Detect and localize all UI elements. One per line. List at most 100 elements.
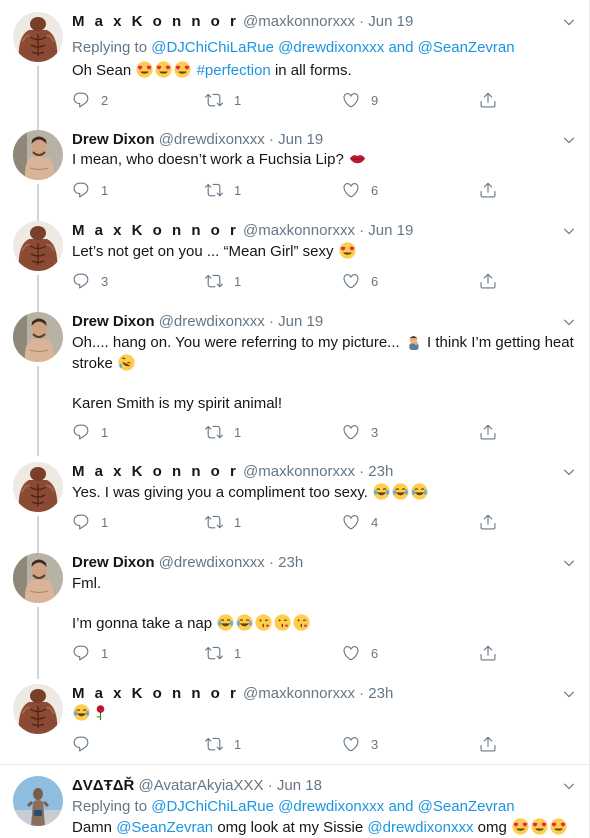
timestamp[interactable]: Jun 19: [368, 13, 413, 30]
mention-link[interactable]: @SeanZevran: [418, 39, 515, 56]
avatar[interactable]: [13, 221, 63, 271]
avatar[interactable]: [13, 312, 63, 362]
mention-link[interactable]: @drewdixonxxx: [278, 798, 384, 815]
chevron-down-icon[interactable]: [562, 15, 576, 29]
heart-eyes-emoji-icon: [550, 818, 567, 835]
chevron-down-icon[interactable]: [562, 556, 576, 570]
tweet-header: M a x K o n n o r @maxkonnorxxx · Jun 19: [72, 12, 413, 32]
reply-button[interactable]: 1: [72, 512, 108, 532]
chevron-down-icon[interactable]: [562, 687, 576, 701]
display-name[interactable]: ΔVΔŦΔŘ: [72, 777, 134, 794]
user-handle[interactable]: @maxkonnorxxx: [243, 13, 355, 30]
retweet-button[interactable]: 1: [205, 422, 241, 442]
user-handle[interactable]: @drewdixonxxx: [159, 313, 265, 330]
timestamp[interactable]: 23h: [368, 463, 393, 480]
share-button[interactable]: [479, 422, 508, 442]
retweet-icon: [205, 272, 223, 290]
avatar[interactable]: [13, 776, 63, 826]
mention-link[interactable]: @SeanZevran: [116, 819, 213, 836]
like-button[interactable]: 6: [342, 643, 378, 663]
user-handle[interactable]: @maxkonnorxxx: [243, 685, 355, 702]
heart-icon: [342, 91, 360, 109]
timestamp[interactable]: 23h: [368, 685, 393, 702]
reply-button[interactable]: 1: [72, 422, 108, 442]
text-segment: I’m gonna take a nap: [72, 615, 213, 632]
like-button[interactable]: 6: [342, 180, 378, 200]
kiss-emoji-icon: [293, 614, 310, 631]
like-button[interactable]: 3: [342, 422, 378, 442]
separator-dot: ·: [268, 554, 274, 571]
user-handle[interactable]: @maxkonnorxxx: [243, 463, 355, 480]
display-name[interactable]: M a x K o n n o r: [72, 463, 239, 480]
chevron-down-icon[interactable]: [562, 779, 576, 793]
heart-eyes-emoji-icon: [531, 818, 548, 835]
reply-button[interactable]: 2: [72, 90, 108, 110]
display-name[interactable]: Drew Dixon: [72, 554, 155, 571]
user-handle[interactable]: @AvatarAkyiaXXX: [139, 777, 264, 794]
avatar[interactable]: [13, 12, 63, 62]
tweet-text: Damn @SeanZevran omg look at my Sissie @…: [72, 818, 568, 838]
separator-dot: ·: [359, 463, 365, 480]
like-count: 9: [371, 92, 379, 108]
user-handle[interactable]: @maxkonnorxxx: [243, 222, 355, 239]
heart-eyes-emoji-icon: [155, 61, 172, 78]
display-name[interactable]: M a x K o n n o r: [72, 222, 239, 239]
chevron-down-icon[interactable]: [562, 315, 576, 329]
text-segment: Fml.: [72, 575, 102, 592]
and-label: and: [388, 39, 414, 56]
retweet-button[interactable]: 1: [205, 512, 241, 532]
mention-link[interactable]: @drewdixonxxx: [278, 39, 384, 56]
mention-link[interactable]: @DJChiChiLaRue: [151, 798, 274, 815]
retweet-button[interactable]: 1: [205, 90, 241, 110]
display-name[interactable]: M a x K o n n o r: [72, 685, 239, 702]
display-name[interactable]: Drew Dixon: [72, 313, 155, 330]
share-button[interactable]: [479, 734, 508, 754]
share-button[interactable]: [479, 643, 508, 663]
retweet-icon: [205, 181, 223, 199]
text-segment: omg: [477, 819, 507, 836]
share-button[interactable]: [479, 180, 508, 200]
user-handle[interactable]: @drewdixonxxx: [159, 131, 265, 148]
avatar[interactable]: [13, 553, 63, 603]
like-button[interactable]: 9: [342, 90, 378, 110]
retweet-button[interactable]: 1: [205, 180, 241, 200]
share-button[interactable]: [479, 512, 508, 532]
like-button[interactable]: 3: [342, 734, 378, 754]
retweet-button[interactable]: 1: [205, 643, 241, 663]
like-button[interactable]: 4: [342, 512, 378, 532]
chevron-down-icon[interactable]: [562, 465, 576, 479]
share-button[interactable]: [479, 271, 508, 291]
tweet-text-line-1: Oh.... hang on. You were referring to my…: [72, 333, 574, 353]
timestamp[interactable]: Jun 18: [277, 777, 322, 794]
display-name[interactable]: Drew Dixon: [72, 131, 155, 148]
retweet-button[interactable]: 1: [205, 271, 241, 291]
like-button[interactable]: 6: [342, 271, 378, 291]
replying-to: Replying to @DJChiChiLaRue @drewdixonxxx…: [72, 38, 515, 58]
facepalm-emoji-icon: [405, 333, 422, 350]
chevron-down-icon[interactable]: [562, 133, 576, 147]
like-count: 6: [371, 645, 379, 661]
reply-button[interactable]: 3: [72, 271, 108, 291]
mention-link[interactable]: @SeanZevran: [418, 798, 515, 815]
timestamp[interactable]: Jun 19: [278, 131, 323, 148]
text-segment: Let’s not get on you ... “Mean Girl” sex…: [72, 243, 334, 260]
timestamp[interactable]: 23h: [278, 554, 303, 571]
avatar[interactable]: [13, 130, 63, 180]
display-name[interactable]: M a x K o n n o r: [72, 13, 239, 30]
reply-button[interactable]: 1: [72, 643, 108, 663]
avatar[interactable]: [13, 462, 63, 512]
chevron-down-icon[interactable]: [562, 224, 576, 238]
avatar[interactable]: [13, 684, 63, 734]
timestamp[interactable]: Jun 19: [278, 313, 323, 330]
text-segment: I mean, who doesn’t work a Fuchsia Lip?: [72, 151, 344, 168]
hashtag-link[interactable]: #perfection: [197, 62, 271, 79]
user-handle[interactable]: @drewdixonxxx: [159, 554, 265, 571]
separator-dot: ·: [359, 222, 365, 239]
reply-button[interactable]: 1: [72, 180, 108, 200]
mention-link[interactable]: @DJChiChiLaRue: [151, 39, 274, 56]
share-button[interactable]: [479, 90, 508, 110]
retweet-button[interactable]: 1: [205, 734, 241, 754]
timestamp[interactable]: Jun 19: [368, 222, 413, 239]
reply-button[interactable]: [72, 734, 101, 754]
mention-link[interactable]: @drewdixonxxx: [367, 819, 473, 836]
